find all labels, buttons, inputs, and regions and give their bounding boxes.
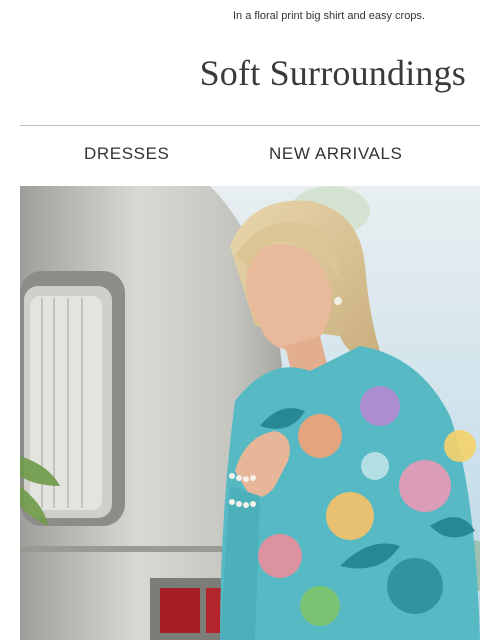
brand-logo[interactable]: Soft Surroundings [200, 52, 466, 94]
hero-image[interactable] [20, 186, 480, 640]
main-nav: DRESSES NEW ARRIVALS [20, 144, 480, 168]
hero-illustration [20, 186, 480, 640]
nav-item-dresses[interactable]: DRESSES [84, 144, 169, 164]
preheader-text: In a floral print big shirt and easy cro… [233, 10, 425, 22]
nav-item-new-arrivals[interactable]: NEW ARRIVALS [269, 144, 402, 164]
header-divider [20, 125, 480, 126]
brand-logo-text: Soft Surroundings [199, 53, 466, 93]
